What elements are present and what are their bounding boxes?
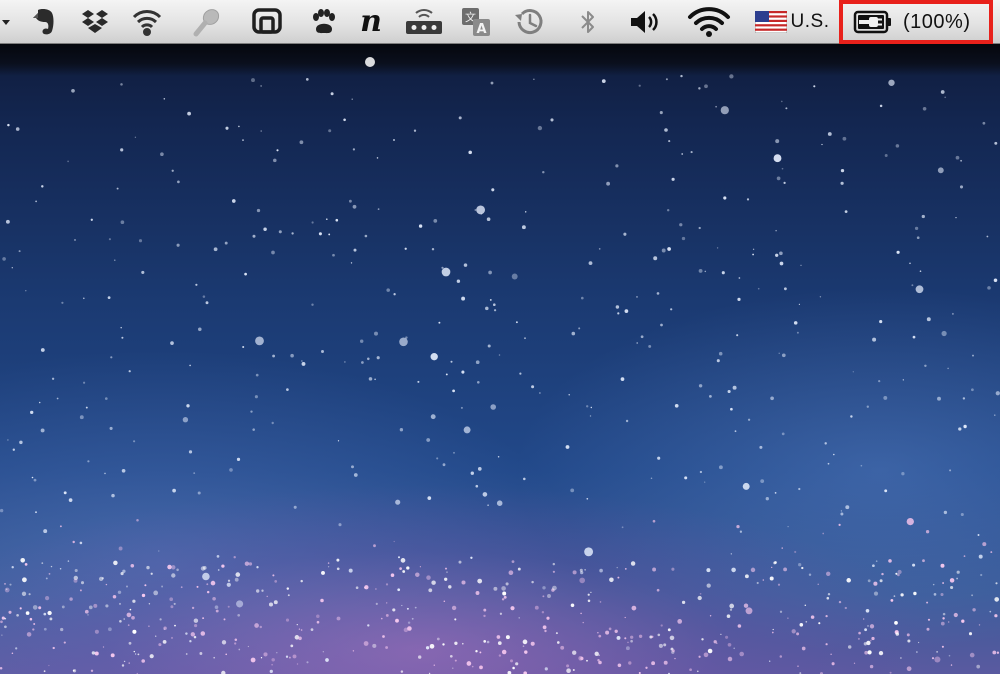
translate-icon[interactable]: 文 A <box>458 0 494 44</box>
microphone-icon[interactable] <box>189 0 225 44</box>
volume-icon[interactable] <box>625 0 665 44</box>
dropbox-icon[interactable] <box>77 0 113 44</box>
starfield <box>0 57 1000 674</box>
svg-text:A: A <box>476 22 486 37</box>
battery-percentage: (100%) <box>903 10 971 33</box>
wifi-icon[interactable] <box>684 0 734 44</box>
input-source-label: U.S. <box>790 11 830 32</box>
n-app-icon[interactable]: n <box>355 0 387 44</box>
display-icon[interactable] <box>247 0 287 44</box>
input-source-menu[interactable]: U.S. <box>750 0 834 44</box>
network-tool-icon[interactable] <box>400 0 448 44</box>
time-machine-icon[interactable] <box>509 0 549 44</box>
paw-icon[interactable] <box>305 0 341 44</box>
menu-bar: n 文 A U.S. (100%) <box>0 0 1000 44</box>
battery-status[interactable]: (100%) <box>839 0 993 44</box>
evernote-icon[interactable] <box>26 0 62 44</box>
battery-charging-icon <box>853 10 891 34</box>
us-flag-icon <box>754 11 787 33</box>
n-app-letter: n <box>360 4 382 39</box>
bluetooth-icon[interactable] <box>575 0 601 44</box>
wifi-hotspot-icon[interactable] <box>129 0 165 44</box>
overflow-arrow-icon[interactable] <box>0 0 12 44</box>
